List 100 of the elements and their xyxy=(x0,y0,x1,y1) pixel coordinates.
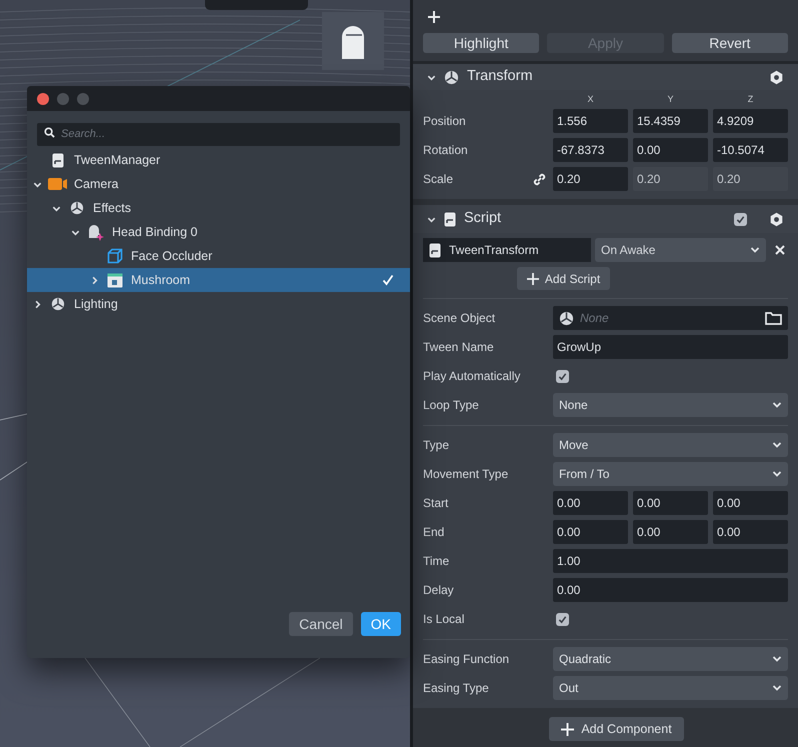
folder-icon[interactable] xyxy=(765,311,782,325)
axis-label: Y xyxy=(666,92,674,106)
tree-item-label: Mushroom xyxy=(131,272,190,289)
component-title: Script xyxy=(464,209,502,228)
field-label: End xyxy=(423,524,446,541)
search-icon xyxy=(44,127,55,138)
field-label: Type xyxy=(423,437,450,454)
number-field[interactable]: 15.4359 xyxy=(633,109,708,133)
field-label: Rotation xyxy=(423,142,469,159)
number-field[interactable]: 4.9209 xyxy=(713,109,788,133)
tree-item[interactable]: Mushroom xyxy=(27,268,410,292)
number-field[interactable]: 0.20 xyxy=(553,167,628,191)
number-field[interactable]: 0.00 xyxy=(633,491,708,515)
cancel-button[interactable]: Cancel xyxy=(289,612,353,636)
tree-item-label: Lighting xyxy=(74,296,118,313)
caret-icon xyxy=(772,441,782,449)
input-field[interactable]: 0.00 xyxy=(553,578,788,602)
caret-icon xyxy=(772,470,782,478)
number-field[interactable]: 0.00 xyxy=(633,520,708,544)
dropdown[interactable]: Quadratic xyxy=(553,647,788,671)
tree-item[interactable]: Camera xyxy=(27,172,410,196)
field-label: Easing Function xyxy=(423,651,510,668)
script-file-icon xyxy=(52,152,64,168)
chevron-down-icon[interactable] xyxy=(71,228,80,236)
close-button[interactable] xyxy=(37,92,49,104)
field-label: Easing Type xyxy=(423,680,490,697)
dropdown[interactable]: None xyxy=(553,393,788,417)
number-field[interactable]: 0.00 xyxy=(633,138,708,162)
checkbox[interactable] xyxy=(556,612,569,626)
tree-item-label: Effects xyxy=(93,200,131,217)
add-component-button[interactable]: Add Component xyxy=(549,717,684,741)
field-label: Loop Type xyxy=(423,397,480,414)
field-label: Scene Object xyxy=(423,310,496,327)
tree-item-label: TweenManager xyxy=(74,152,160,169)
field-label: Delay xyxy=(423,582,455,599)
object-icon xyxy=(70,201,84,215)
tree-item[interactable]: Lighting xyxy=(27,292,410,316)
checkbox[interactable] xyxy=(556,370,569,382)
checkbox[interactable] xyxy=(734,212,747,226)
chevron-down-icon[interactable] xyxy=(52,204,61,212)
number-field[interactable]: 0.00 xyxy=(553,491,628,515)
caret-icon xyxy=(772,655,782,663)
script-file-icon xyxy=(444,212,456,226)
prefab-icon xyxy=(107,272,123,288)
number-field[interactable]: 0.20 xyxy=(713,167,788,191)
script-file-icon xyxy=(429,242,441,258)
settings-icon[interactable] xyxy=(769,212,784,226)
object-icon xyxy=(51,297,65,311)
add-script-button[interactable]: Add Script xyxy=(516,267,610,290)
field-label: Scale xyxy=(423,171,454,188)
dropdown[interactable]: Out xyxy=(553,676,788,700)
input-field[interactable]: GrowUp xyxy=(553,335,788,359)
object-icon xyxy=(559,310,574,326)
field-label: Position xyxy=(423,113,467,130)
tree-item[interactable]: Effects xyxy=(27,196,410,220)
input-field[interactable]: 1.00 xyxy=(553,549,788,573)
tree-item[interactable]: TweenManager xyxy=(27,148,410,172)
number-field[interactable]: -10.5074 xyxy=(713,138,788,162)
plus-icon xyxy=(561,722,574,736)
field-label: Movement Type xyxy=(423,466,510,483)
field-label: Tween Name xyxy=(423,339,495,356)
component-title: Transform xyxy=(467,67,533,86)
chevron-down-icon[interactable] xyxy=(427,72,436,82)
object-icon xyxy=(444,70,459,84)
number-field[interactable]: 0.00 xyxy=(713,520,788,544)
dropdown[interactable]: Move xyxy=(553,433,788,457)
tree-item-label: Head Binding 0 xyxy=(112,224,198,241)
search-field[interactable]: Search... xyxy=(37,122,400,146)
dropdown[interactable]: From / To xyxy=(553,462,788,486)
number-field[interactable]: 1.556 xyxy=(553,109,628,133)
tree-item[interactable]: Face Occluder xyxy=(27,244,410,268)
chevron-down-icon[interactable] xyxy=(427,214,436,224)
checkmark-icon xyxy=(382,274,394,286)
axis-label: X xyxy=(586,92,594,106)
field-label: Play Automatically xyxy=(423,368,522,385)
chevron-down-icon[interactable] xyxy=(33,180,42,188)
plus-icon[interactable] xyxy=(427,10,441,24)
field-label: Start xyxy=(423,495,450,512)
cube-icon xyxy=(107,248,123,264)
number-field[interactable]: -67.8373 xyxy=(553,138,628,162)
axis-label: Z xyxy=(746,92,754,106)
number-field[interactable]: 0.00 xyxy=(553,520,628,544)
link-icon[interactable] xyxy=(532,172,547,186)
tree-item[interactable]: Head Binding 0 xyxy=(27,220,410,244)
number-field[interactable]: 0.00 xyxy=(713,491,788,515)
caret-icon xyxy=(750,246,760,254)
number-field[interactable]: 0.20 xyxy=(633,167,708,191)
tree-item-label: Face Occluder xyxy=(131,248,212,265)
camera-icon xyxy=(48,178,68,190)
settings-icon[interactable] xyxy=(769,70,784,84)
chevron-right-icon[interactable] xyxy=(90,276,99,284)
caret-icon xyxy=(772,401,782,409)
toolbar-button[interactable]: Revert xyxy=(672,33,788,53)
plus-icon xyxy=(526,272,539,284)
script-field[interactable]: TweenTransform xyxy=(423,238,591,262)
field-label: Is Local xyxy=(423,611,466,628)
dropdown[interactable]: On Awake xyxy=(595,238,766,262)
head-binding-icon xyxy=(87,224,105,240)
chevron-right-icon[interactable] xyxy=(33,300,42,308)
toolbar-button[interactable]: Highlight xyxy=(423,33,540,53)
